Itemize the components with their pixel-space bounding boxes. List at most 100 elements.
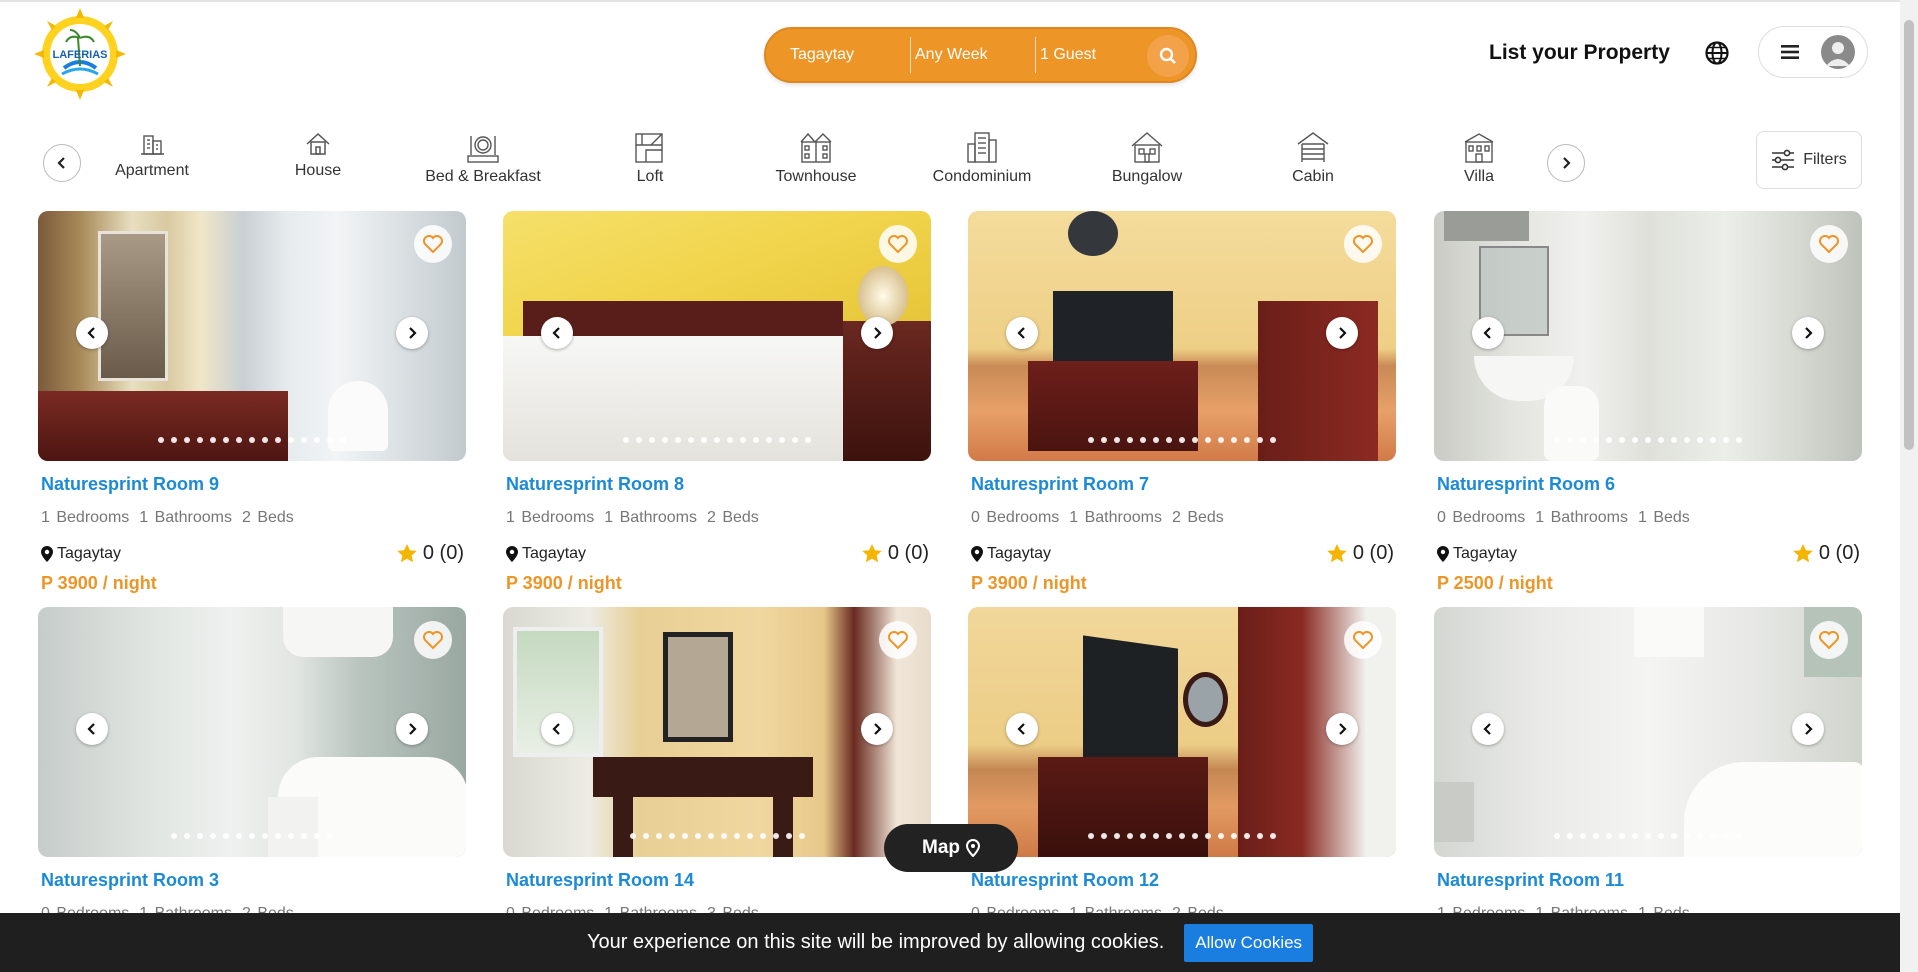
photo-next-button[interactable] — [396, 713, 428, 745]
photo-prev-button[interactable] — [1006, 317, 1038, 349]
map-button[interactable]: Map — [884, 824, 1018, 872]
listing-title[interactable]: Naturesprint Room 12 — [971, 870, 1396, 891]
favorite-button[interactable] — [1344, 225, 1382, 263]
category-loft[interactable]: Loft — [580, 130, 720, 186]
chevron-right-icon — [1339, 723, 1347, 735]
category-bed-breakfast[interactable]: Bed & Breakfast — [413, 130, 553, 186]
rating-text: 0 (0) — [422, 542, 464, 564]
photo-next-button[interactable] — [1792, 317, 1824, 349]
scrollbar-thumb[interactable] — [1904, 20, 1914, 450]
category-label: Villa — [1464, 168, 1494, 185]
photo-next-button[interactable] — [396, 317, 428, 349]
chevron-left-icon — [552, 327, 560, 339]
listing-location: Tagaytay 0 (0) — [971, 542, 1396, 564]
listing-card[interactable]: Naturesprint Room 6 0 Bedrooms 1 Bathroom… — [1434, 211, 1862, 594]
photo-prev-button[interactable] — [76, 317, 108, 349]
listing-title[interactable]: Naturesprint Room 11 — [1437, 870, 1862, 891]
page-scrollbar[interactable] — [1900, 0, 1918, 972]
search-button[interactable] — [1147, 35, 1189, 77]
favorite-button[interactable] — [414, 225, 452, 263]
villa-icon — [1464, 133, 1494, 163]
map-pin-icon — [41, 546, 53, 562]
listing-photo[interactable] — [38, 607, 466, 857]
categories-next-button[interactable] — [1547, 144, 1585, 182]
categories-prev-button[interactable] — [43, 144, 81, 182]
language-button[interactable] — [1704, 40, 1730, 66]
photo-indicator — [38, 437, 466, 443]
listing-photo[interactable] — [1434, 211, 1862, 461]
user-icon — [1826, 42, 1850, 66]
listing-card[interactable]: Naturesprint Room 12 0 Bedrooms1 Bathroo… — [968, 607, 1396, 923]
listing-location: Tagaytay 0 (0) — [1437, 542, 1862, 564]
map-pin-icon — [971, 546, 983, 562]
allow-cookies-button[interactable]: Allow Cookies — [1184, 923, 1314, 962]
listing-title[interactable]: Naturesprint Room 14 — [506, 870, 931, 891]
map-pin-icon — [1437, 546, 1449, 562]
category-house[interactable]: House — [248, 130, 388, 180]
plate-cutlery-icon — [467, 136, 499, 163]
listing-title[interactable]: Naturesprint Room 7 — [971, 474, 1396, 495]
search-guests[interactable]: 1 Guest — [1036, 37, 1154, 73]
cookie-banner: Your experience on this site will be imp… — [0, 913, 1900, 972]
map-button-label: Map — [922, 837, 960, 858]
photo-prev-button[interactable] — [1472, 317, 1504, 349]
photo-next-button[interactable] — [861, 713, 893, 745]
listing-title[interactable]: Naturesprint Room 3 — [41, 870, 466, 891]
listing-title[interactable]: Naturesprint Room 6 — [1437, 474, 1862, 495]
search-date[interactable]: Any Week — [911, 37, 1036, 73]
photo-prev-button[interactable] — [1472, 713, 1504, 745]
favorite-button[interactable] — [1810, 225, 1848, 263]
search-bar[interactable]: Tagaytay Any Week 1 Guest — [764, 27, 1197, 83]
listing-photo[interactable] — [968, 211, 1396, 461]
photo-next-button[interactable] — [861, 317, 893, 349]
location-text: Tagaytay — [57, 545, 122, 562]
category-condominium[interactable]: Condominium — [912, 130, 1052, 186]
listing-card[interactable]: Naturesprint Room 8 1 Bedrooms 1 Bathroom… — [503, 211, 931, 594]
favorite-button[interactable] — [1810, 621, 1848, 659]
listing-card[interactable]: Naturesprint Room 7 0 Bedrooms 1 Bathroom… — [968, 211, 1396, 594]
hamburger-icon — [1781, 45, 1799, 59]
listing-title[interactable]: Naturesprint Room 8 — [506, 474, 931, 495]
photo-indicator — [968, 833, 1396, 839]
photo-indicator — [503, 437, 931, 443]
photo-next-button[interactable] — [1326, 317, 1358, 349]
category-townhouse[interactable]: Townhouse — [746, 130, 886, 186]
chevron-right-icon — [874, 723, 882, 735]
apartment-icon — [141, 135, 164, 155]
photo-prev-button[interactable] — [1006, 713, 1038, 745]
listing-card[interactable]: Naturesprint Room 3 0 Bedrooms1 Bathroom… — [38, 607, 466, 923]
listing-photo[interactable] — [38, 211, 466, 461]
listing-card[interactable]: Naturesprint Room 11 1 Bedrooms1 Bathroo… — [1434, 607, 1862, 923]
category-villa[interactable]: Villa — [1409, 130, 1549, 186]
category-cabin[interactable]: Cabin — [1243, 130, 1383, 186]
photo-prev-button[interactable] — [541, 317, 573, 349]
listing-photo[interactable] — [1434, 607, 1862, 857]
category-apartment[interactable]: Apartment — [82, 130, 222, 180]
favorite-button[interactable] — [879, 621, 917, 659]
favorite-button[interactable] — [414, 621, 452, 659]
listing-title[interactable]: Naturesprint Room 9 — [41, 474, 466, 495]
search-location[interactable]: Tagaytay — [786, 37, 911, 73]
rating-text: 0 (0) — [1818, 542, 1860, 564]
photo-next-button[interactable] — [1326, 713, 1358, 745]
favorite-button[interactable] — [879, 225, 917, 263]
search-icon — [1159, 47, 1176, 64]
photo-prev-button[interactable] — [76, 713, 108, 745]
listing-photo[interactable] — [503, 607, 931, 857]
favorite-button[interactable] — [1344, 621, 1382, 659]
laferias-logo[interactable]: LAFERIAS — [34, 8, 126, 100]
listing-card[interactable]: Naturesprint Room 14 0 Bedrooms1 Bathroo… — [503, 607, 931, 923]
bathrooms: 1 Bathrooms — [1069, 509, 1162, 526]
listing-photo[interactable] — [968, 607, 1396, 857]
chevron-right-icon — [409, 723, 417, 735]
photo-next-button[interactable] — [1792, 713, 1824, 745]
list-property-link[interactable]: List your Property — [1489, 41, 1670, 65]
category-bungalow[interactable]: Bungalow — [1077, 130, 1217, 186]
category-label: Townhouse — [775, 168, 857, 185]
listing-specs: 0 Bedrooms 1 Bathrooms 1 Beds — [1437, 509, 1862, 527]
listing-photo[interactable] — [503, 211, 931, 461]
user-menu[interactable] — [1758, 26, 1868, 78]
listing-card[interactable]: Naturesprint Room 9 1 Bedrooms 1 Bathroom… — [38, 211, 466, 594]
photo-prev-button[interactable] — [541, 713, 573, 745]
filters-button[interactable]: Filters — [1756, 131, 1862, 189]
